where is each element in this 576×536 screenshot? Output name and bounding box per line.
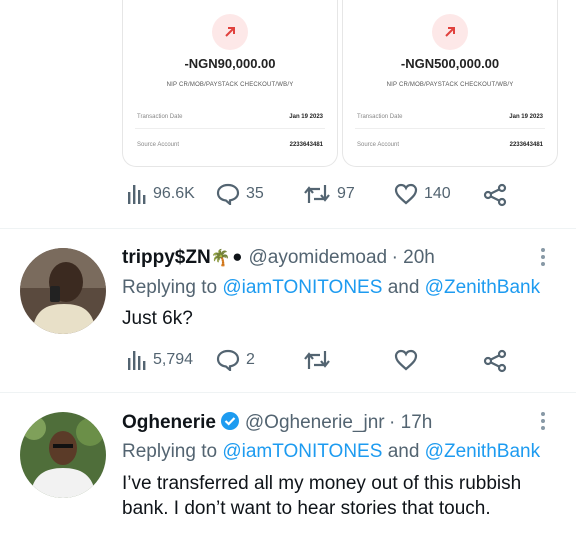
replies-count: 35 [246, 185, 264, 202]
receipt-amount: -NGN90,000.00 [184, 56, 276, 71]
divider [355, 128, 545, 129]
display-name[interactable]: Oghenerie [122, 412, 216, 433]
tweet-text-line: bank. I don’t want to hear stories that … [122, 498, 491, 519]
like-button[interactable]: 140 [394, 183, 451, 205]
receipt-card[interactable]: -NGN90,000.00 NIP CR/MOB/PAYSTACK CHECKO… [122, 0, 338, 167]
mention-link[interactable]: @ZenithBank [425, 441, 540, 462]
tweet-header: Oghenerie @Oghenerie_jnr · 17h [122, 411, 432, 436]
views-button[interactable]: 5,794 [127, 349, 193, 371]
like-button[interactable] [394, 349, 418, 371]
account-value: 2233643481 [289, 142, 323, 148]
receipt-reference: NIP CR/MOB/PAYSTACK CHECKOUT/WB/Y [386, 82, 514, 88]
verified-badge-icon [220, 411, 240, 436]
replying-to: Replying to @iamTONITONES and @ZenithBan… [122, 277, 541, 298]
user-handle[interactable]: @Oghenerie_jnr [245, 412, 385, 433]
mention-link[interactable]: @iamTONITONES [222, 277, 382, 298]
heart-icon [394, 183, 418, 205]
share-button[interactable] [483, 183, 507, 207]
arrow-up-right-icon [212, 14, 248, 50]
name-emoji: 🌴⚫ [210, 250, 245, 267]
date-label: Transaction Date [357, 114, 403, 120]
views-count: 96.6K [153, 185, 195, 202]
tweet-time[interactable]: · 20h [392, 247, 435, 268]
tweet-header: trippy$ZN🌴⚫ @ayomidemoad · 20h [122, 247, 435, 269]
reply-button[interactable]: 2 [216, 349, 255, 371]
tweet-time[interactable]: · 17h [389, 412, 432, 433]
replies-count: 2 [246, 351, 255, 368]
tweet-text: I’ve transferred all my money out of thi… [122, 471, 562, 521]
user-handle[interactable]: @ayomidemoad [248, 247, 387, 268]
account-label: Source Account [137, 142, 180, 148]
reply-button[interactable]: 35 [216, 183, 264, 205]
date-value: Jan 19 2023 [509, 114, 543, 120]
avatar[interactable] [20, 248, 106, 334]
mention-link[interactable]: @iamTONITONES [222, 441, 382, 462]
divider [135, 128, 325, 129]
views-button[interactable]: 96.6K [127, 183, 195, 205]
likes-count: 140 [424, 185, 451, 202]
date-label: Transaction Date [137, 114, 183, 120]
account-label: Source Account [357, 142, 400, 148]
retweets-count: 97 [337, 185, 355, 202]
retweet-button[interactable]: 97 [303, 183, 355, 205]
more-options-icon[interactable] [541, 248, 547, 269]
divider [0, 392, 576, 393]
avatar[interactable] [20, 412, 106, 498]
retweet-icon [304, 351, 330, 369]
replying-to: Replying to @iamTONITONES and @ZenithBan… [122, 441, 541, 462]
more-options-icon[interactable] [541, 412, 547, 433]
share-icon [483, 349, 507, 373]
date-value: Jan 19 2023 [289, 114, 323, 120]
divider [0, 228, 576, 229]
mention-link[interactable]: @ZenithBank [425, 277, 540, 298]
arrow-up-right-icon [432, 14, 468, 50]
views-icon [128, 185, 146, 204]
receipt-amount: -NGN500,000.00 [400, 56, 500, 71]
share-button[interactable] [483, 349, 507, 373]
retweet-icon [304, 185, 330, 203]
receipt-card[interactable]: -NGN500,000.00 NIP CR/MOB/PAYSTACK CHECK… [342, 0, 558, 167]
retweet-button[interactable] [303, 349, 331, 371]
reply-icon [216, 183, 240, 205]
views-icon [128, 351, 146, 370]
share-icon [483, 183, 507, 207]
display-name[interactable]: trippy$ZN [122, 247, 211, 268]
account-value: 2233643481 [509, 142, 543, 148]
tweet-text-line: I’ve transferred all my money out of thi… [122, 473, 522, 494]
reply-icon [216, 349, 240, 371]
receipt-reference: NIP CR/MOB/PAYSTACK CHECKOUT/WB/Y [166, 82, 294, 88]
heart-icon [394, 349, 418, 371]
tweet-text: Just 6k? [122, 308, 193, 329]
views-count: 5,794 [153, 351, 194, 368]
